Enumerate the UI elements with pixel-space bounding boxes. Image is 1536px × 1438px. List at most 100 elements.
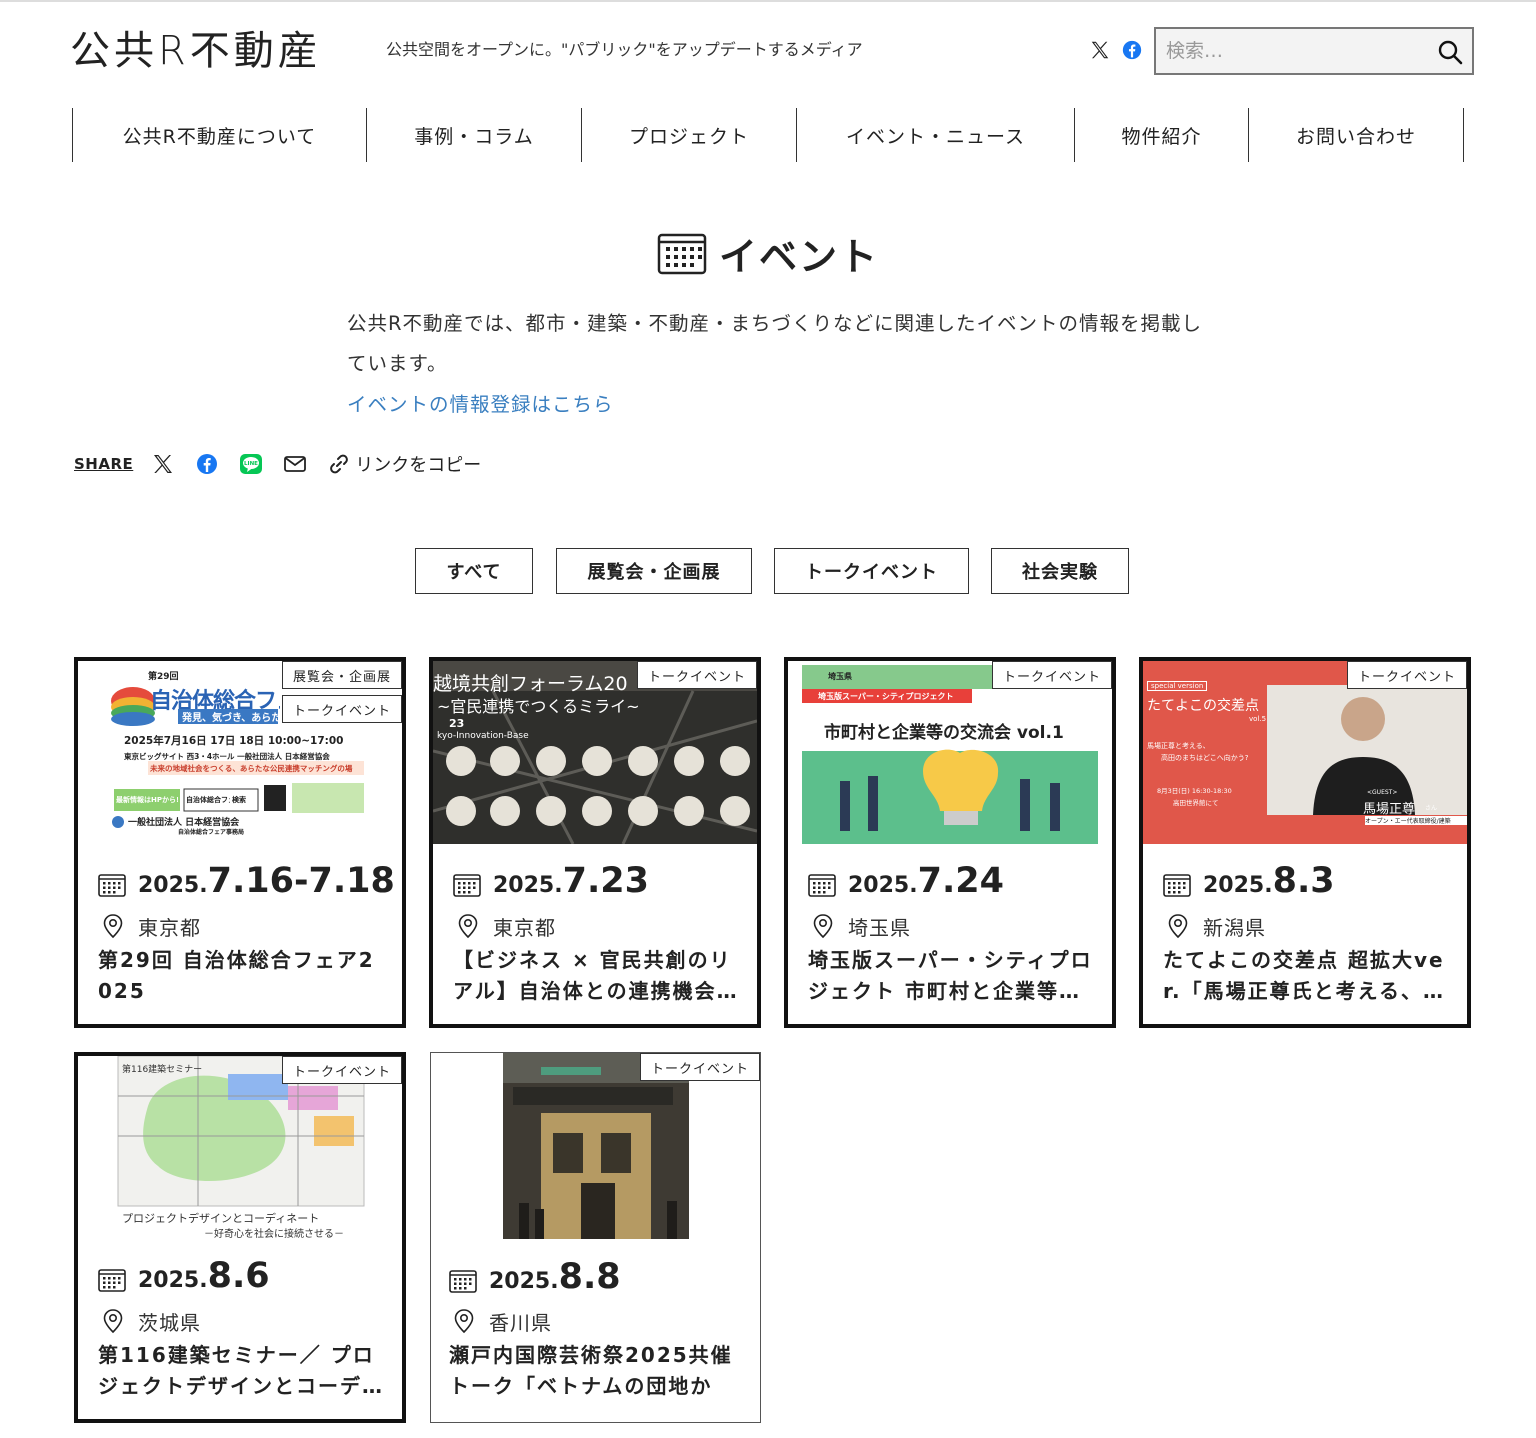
location-pin-icon (454, 1309, 474, 1334)
site-logo[interactable]: 公共R不動産 (70, 28, 322, 74)
event-card[interactable]: トークイベント 2025. 8.8 香川県 瀬戸内国際芸術祭2025共催トーク「… (430, 1052, 761, 1423)
site-tagline: 公共空間をオープンに。"パブリック"をアップデートするメディア (386, 40, 863, 59)
site-header: 公共R不動産 公共空間をオープンに。"パブリック"をアップデートするメディア (0, 0, 1536, 100)
link-icon (330, 454, 349, 474)
seminar-poster-subtitle: －好奇心を社会に接続させる－ (204, 1229, 344, 1239)
page-intro: 公共R不動産では、都市・建築・不動産・まちづくりなどに関連したイベントの情報を掲… (347, 312, 1203, 375)
x-twitter-icon[interactable] (1089, 38, 1111, 62)
event-location: 香川県 (453, 1306, 552, 1336)
nav-projects[interactable]: プロジェクト (581, 108, 796, 162)
event-card[interactable]: 第116建築セミナー プロジェクトデザインとコーディネート －好奇心を社会に接続… (74, 1052, 406, 1423)
location-text: 新潟県 (1203, 915, 1266, 940)
tateyoko-poster-text: vol.5 (1249, 715, 1267, 723)
search-icon[interactable] (1436, 38, 1464, 66)
copy-link-button[interactable]: リンクをコピー (327, 451, 481, 477)
category-tag: トークイベント (636, 661, 757, 689)
event-title[interactable]: 第116建築セミナー／ プロジェクトデザインとコーデ… (98, 1340, 388, 1402)
location-text: 東京都 (138, 915, 201, 940)
calendar-icon (657, 233, 707, 275)
event-year: 2025. (138, 873, 208, 898)
event-location: 新潟県 (1167, 911, 1266, 941)
event-card[interactable]: 第29回 自治体総合フェア2025 発見、気づき、あらた 2025年7月16日 … (74, 657, 406, 1028)
event-title[interactable]: 【ビジネス × 官民共創のリアル】自治体との連携機会… (453, 945, 743, 1007)
event-card[interactable]: 越境共創フォーラム20 ~官民連携でつくるミライ~ 23 kyo-Innovat… (429, 657, 761, 1028)
filter-all[interactable]: すべて (415, 548, 533, 594)
location-pin-icon (813, 914, 833, 939)
event-month-day: 7.24 (917, 861, 1004, 901)
event-location: 東京都 (457, 911, 556, 941)
category-tag: トークイベント (281, 695, 402, 723)
filter-exhibition[interactable]: 展覧会・企画展 (556, 548, 752, 594)
filter-talk-event[interactable]: トークイベント (774, 548, 969, 594)
x-twitter-share-icon[interactable] (151, 452, 175, 476)
saitama-poster-title: 市町村と企業等の交流会 vol.1 (824, 723, 1064, 743)
event-date: 2025. 8.8 (449, 1255, 621, 1297)
nav-properties[interactable]: 物件紹介 (1074, 108, 1248, 162)
event-date: 2025. 7.24 (808, 859, 1004, 901)
facebook-share-icon[interactable] (195, 452, 219, 476)
saitama-poster-text: 埼玉県 (828, 672, 852, 681)
fair-poster-text: 東京ビッグサイト 西3・4ホール 一般社団法人 日本経営協会 (124, 752, 330, 761)
calendar-icon (98, 1269, 126, 1292)
tateyoko-poster-text: 馬場正尊と考える、 (1147, 742, 1210, 750)
facebook-icon[interactable] (1121, 38, 1143, 62)
category-filters: すべて 展覧会・企画展 トークイベント 社会実験 (0, 548, 1536, 594)
event-year: 2025. (138, 1268, 208, 1293)
event-month-day: 7.16-7.18 (207, 861, 395, 901)
event-title[interactable]: 第29回 自治体総合フェア2025 (98, 945, 388, 1007)
fair-poster-text: 発見、気づき、あらた (178, 709, 278, 724)
mail-share-icon[interactable] (283, 452, 307, 476)
event-year: 2025. (489, 1269, 559, 1294)
line-share-icon[interactable]: LINE (239, 452, 263, 476)
forum-poster-subtitle: ~官民連携でつくるミライ~ (437, 697, 640, 716)
forum-poster-text: kyo-Innovation-Base (437, 731, 529, 741)
tateyoko-poster-title: たてよこの交差点 (1147, 698, 1259, 714)
event-register-link[interactable]: イベントの情報登録はこちら (347, 385, 614, 425)
event-location: 東京都 (102, 911, 201, 941)
nav-about[interactable]: 公共R不動産について (72, 108, 366, 162)
copy-link-label: リンクをコピー (355, 455, 482, 476)
event-month-day: 7.23 (562, 861, 649, 901)
svg-text:LINE: LINE (244, 461, 258, 467)
category-tag: トークイベント (639, 1053, 760, 1081)
calendar-icon (1163, 874, 1191, 897)
event-card[interactable]: special version たてよこの交差点 vol.5 馬場正尊と考える、… (1139, 657, 1471, 1028)
share-label: SHARE (74, 455, 134, 473)
tateyoko-poster-text: 高田のまちはどこへ向かう? (1161, 754, 1249, 762)
page-heading: イベント (0, 226, 1536, 280)
saitama-poster-text: 埼玉版スーパー・シティプロジェクト (818, 692, 954, 701)
filter-social-experiment[interactable]: 社会実験 (991, 548, 1129, 594)
event-date: 2025. 8.6 (98, 1254, 270, 1296)
event-card[interactable]: 埼玉県 埼玉版スーパー・シティプロジェクト 市町村と企業等の交流会 vol.1 … (784, 657, 1116, 1028)
location-text: 埼玉県 (848, 915, 911, 940)
location-text: 茨城県 (138, 1310, 201, 1335)
fair-poster-text: 検索 (232, 796, 246, 804)
location-pin-icon (458, 914, 478, 939)
building-photo-art (503, 1053, 689, 1239)
tateyoko-poster-text: オープン・エー代表取締役/建築 (1365, 816, 1467, 825)
category-tag: トークイベント (991, 661, 1112, 689)
seminar-poster-title: プロジェクトデザインとコーディネート (122, 1212, 320, 1225)
share-bar: SHARE LINE リンクをコピー (74, 448, 481, 480)
event-title[interactable]: たてよこの交差点 超拡大ver.「馬場正尊氏と考える、… (1163, 945, 1453, 1007)
fair-poster-text: 未来の地域社会をつくる、あらたな公民連携マッチングの場 (150, 764, 353, 773)
seminar-poster-text: 第116建築セミナー (122, 1065, 203, 1075)
event-month-day: 8.3 (1272, 861, 1335, 901)
calendar-icon (449, 1270, 477, 1293)
event-year: 2025. (1203, 873, 1273, 898)
fair-poster-text: 第29回 (148, 672, 179, 682)
search-input[interactable] (1166, 37, 1426, 65)
search-box (1154, 27, 1474, 75)
nav-events-news[interactable]: イベント・ニュース (796, 108, 1074, 162)
event-month-day: 8.6 (207, 1256, 270, 1296)
global-nav: 公共R不動産について 事例・コラム プロジェクト イベント・ニュース 物件紹介 … (72, 108, 1464, 162)
nav-contact[interactable]: お問い合わせ (1248, 108, 1464, 162)
location-pin-icon (103, 1309, 123, 1334)
tateyoko-poster-text: さん (1425, 805, 1438, 812)
forum-poster-title: 越境共創フォーラム20 (433, 673, 628, 695)
nav-cases-columns[interactable]: 事例・コラム (366, 108, 581, 162)
event-title[interactable]: 瀬戸内国際芸術祭2025共催トーク「ベトナムの団地から… (449, 1340, 739, 1402)
event-title[interactable]: 埼玉版スーパー・シティプロジェクト 市町村と企業等… (808, 945, 1098, 1007)
fair-poster-text: 自治体総合フェア (186, 796, 230, 804)
calendar-icon (808, 874, 836, 897)
